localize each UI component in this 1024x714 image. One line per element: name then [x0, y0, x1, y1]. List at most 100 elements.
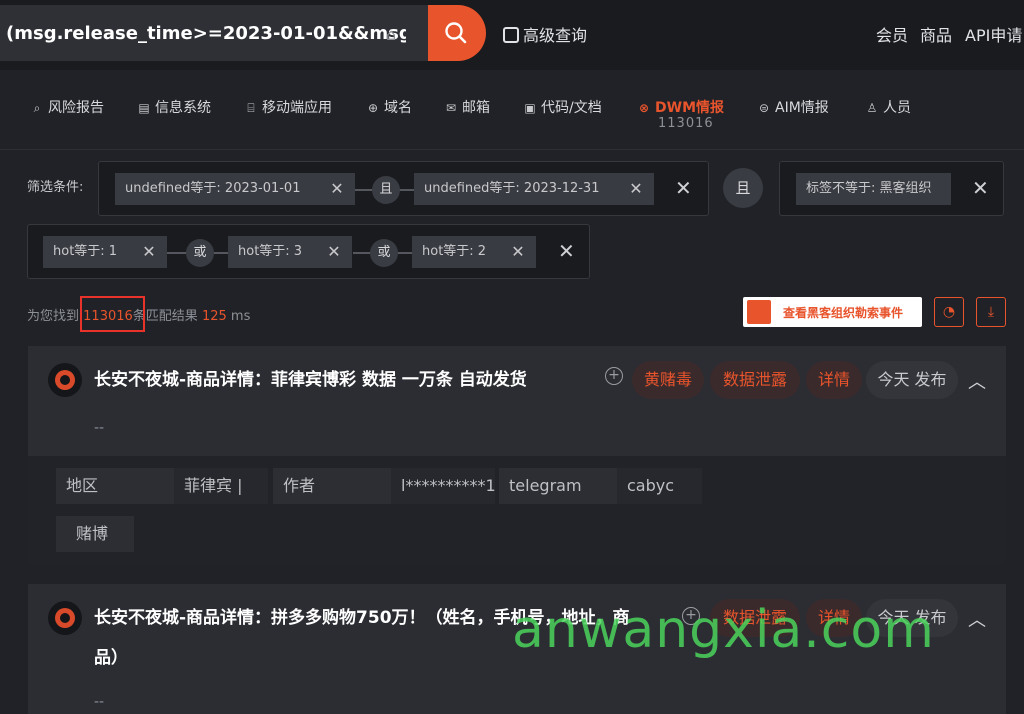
- watermark: anwangxia.com: [512, 600, 935, 660]
- globe-icon: ⊕: [367, 101, 379, 115]
- dwm-icon: ⊗: [638, 101, 650, 115]
- hacker-button-label: 查看黑客组织勒索事件: [783, 306, 904, 320]
- clear-icon[interactable]: ⌂: [386, 25, 396, 44]
- remove-filter-icon[interactable]: ✕: [316, 236, 352, 268]
- doc-icon: ▣: [524, 101, 536, 115]
- advanced-search-icon: [503, 27, 519, 43]
- filter-chip: undefined等于: 2023-01-01 ✕: [115, 173, 355, 205]
- result-card: 长安不夜城-商品详情：菲律宾博彩 数据 一万条 自动发货 + 黄赌毒 数据泄露 …: [28, 346, 1006, 564]
- meta-key: telegram: [499, 468, 617, 504]
- top-bar: (msg.release_time>=2023-01-01&&msg.re ⌂ …: [0, 0, 1024, 70]
- search-icon: ⌕: [33, 101, 41, 115]
- join-and-bubble: 且: [372, 176, 400, 204]
- member-link[interactable]: 会员: [876, 22, 908, 46]
- result-unit: ms: [230, 309, 251, 324]
- filter-group: undefined等于: 2023-01-01 ✕ 且 undefined等于:…: [98, 161, 709, 216]
- tab-label: 邮箱: [462, 100, 490, 116]
- tag-porn-gambling[interactable]: 黄赌毒: [632, 361, 704, 399]
- group-join-bubble: 且: [723, 168, 763, 208]
- dwm-count: 113016: [658, 116, 714, 131]
- app-icon: ⌸: [247, 101, 255, 115]
- remove-filter-icon[interactable]: ✕: [500, 236, 536, 268]
- meta-value: l**********1: [391, 468, 495, 504]
- category-badge[interactable]: 赌博: [56, 516, 134, 552]
- join-or-bubble: 或: [370, 239, 398, 267]
- rss-button[interactable]: ◔: [934, 297, 964, 327]
- meta-key: 作者: [273, 468, 391, 504]
- tab-label: 人员: [883, 100, 911, 116]
- remove-group-icon[interactable]: ✕: [675, 176, 692, 200]
- tab-label: 移动端应用: [262, 100, 332, 116]
- remove-filter-icon[interactable]: ✕: [319, 173, 355, 205]
- details-button[interactable]: 详情: [806, 361, 862, 399]
- hacker-ransom-button[interactable]: 查看黑客组织勒索事件: [743, 297, 922, 327]
- tab-email[interactable]: ✉ 邮箱: [445, 97, 490, 117]
- card-description: --: [94, 694, 105, 710]
- add-icon[interactable]: +: [605, 367, 623, 385]
- nav-tabs: ⌕ 风险报告 ▤ 信息系统 ⌸ 移动端应用 ⊕ 域名 ✉ 邮箱 ▣ 代码/文档 ⊗ DWM情报…: [0, 70, 1024, 150]
- tab-aim[interactable]: ⊜ AIM情报: [758, 97, 829, 117]
- user-icon: ♙: [866, 101, 878, 115]
- tab-mobile-app[interactable]: ⌸ 移动端应用: [245, 97, 332, 117]
- download-button[interactable]: ⤓: [976, 297, 1006, 327]
- filter-chip-label: hot等于: 3: [238, 244, 303, 259]
- filter-chip-label: hot等于: 1: [53, 244, 118, 259]
- filter-chip: hot等于: 3 ✕: [228, 236, 352, 268]
- list-icon: ▤: [138, 101, 150, 115]
- remove-group-icon[interactable]: ✕: [558, 239, 575, 263]
- search-input[interactable]: (msg.release_time>=2023-01-01&&msg.re: [6, 23, 406, 47]
- products-link[interactable]: 商品: [920, 22, 952, 46]
- tab-label: 风险报告: [48, 100, 104, 116]
- card-title-line2[interactable]: 品）: [94, 639, 128, 677]
- source-logo-icon: [48, 601, 82, 635]
- tab-info-system[interactable]: ▤ 信息系统: [138, 97, 211, 117]
- meta-key: 地区: [56, 468, 174, 504]
- chat-icon: ⊜: [758, 101, 770, 115]
- filter-chip-label: undefined等于: 2023-01-01: [125, 181, 301, 196]
- advanced-search-link[interactable]: 高级查询: [503, 22, 587, 46]
- tab-label: 域名: [384, 100, 412, 116]
- tab-dwm[interactable]: ⊗ DWM情报: [638, 97, 724, 117]
- tab-label: DWM情报: [655, 100, 724, 116]
- rss-icon: ◔: [942, 304, 956, 320]
- tag-data-leak[interactable]: 数据泄露: [710, 361, 800, 399]
- filter-chip: hot等于: 2 ✕: [412, 236, 536, 268]
- api-link[interactable]: API申请: [965, 22, 1022, 46]
- advanced-search-label: 高级查询: [523, 26, 588, 45]
- card-meta: 地区 菲律宾 | 作者 l**********1 telegram cabyc …: [28, 456, 1006, 564]
- tab-label: 信息系统: [155, 100, 211, 116]
- filter-chip-label: 标签不等于: 黑客组织: [806, 181, 932, 196]
- filter-group: hot等于: 1 ✕ 或 hot等于: 3 ✕ 或 hot等于: 2 ✕ ✕: [27, 224, 590, 279]
- remove-filter-icon[interactable]: ✕: [618, 173, 654, 205]
- tab-domain[interactable]: ⊕ 域名: [367, 97, 412, 117]
- tab-person[interactable]: ♙ 人员: [866, 97, 911, 117]
- tab-label: AIM情报: [775, 100, 829, 116]
- meta-value: cabyc: [617, 468, 702, 504]
- filter-group: 标签不等于: 黑客组织 ✕: [779, 161, 1004, 216]
- join-or-bubble: 或: [186, 239, 214, 267]
- source-logo-icon: [48, 363, 82, 397]
- filter-label: 筛选条件:: [27, 180, 84, 195]
- download-icon: ⤓: [987, 304, 995, 320]
- filter-chip: undefined等于: 2023-12-31 ✕: [414, 173, 654, 205]
- publish-time: 今天 发布: [866, 361, 958, 399]
- filter-chip-label: hot等于: 2: [422, 244, 487, 259]
- collapse-icon[interactable]: ︿: [968, 606, 986, 632]
- tab-code-doc[interactable]: ▣ 代码/文档: [524, 97, 601, 117]
- search-icon: [445, 22, 467, 44]
- card-description: --: [94, 420, 105, 436]
- meta-value: 菲律宾 |: [174, 468, 268, 504]
- mail-icon: ✉: [445, 101, 457, 115]
- collapse-icon[interactable]: ︿: [968, 368, 986, 394]
- search-button[interactable]: [428, 5, 486, 61]
- filter-chip-label: undefined等于: 2023-12-31: [424, 181, 600, 196]
- remove-group-icon[interactable]: ✕: [972, 176, 989, 200]
- tab-risk-report[interactable]: ⌕ 风险报告: [31, 97, 104, 117]
- card-title[interactable]: 长安不夜城-商品详情：菲律宾博彩 数据 一万条 自动发货: [94, 361, 527, 399]
- search-box[interactable]: (msg.release_time>=2023-01-01&&msg.re ⌂: [0, 5, 430, 61]
- result-time: 125: [201, 309, 227, 324]
- hacker-avatar-icon: [747, 300, 771, 324]
- filter-chip: 标签不等于: 黑客组织: [796, 173, 951, 205]
- filter-chip: hot等于: 1 ✕: [43, 236, 167, 268]
- remove-filter-icon[interactable]: ✕: [131, 236, 167, 268]
